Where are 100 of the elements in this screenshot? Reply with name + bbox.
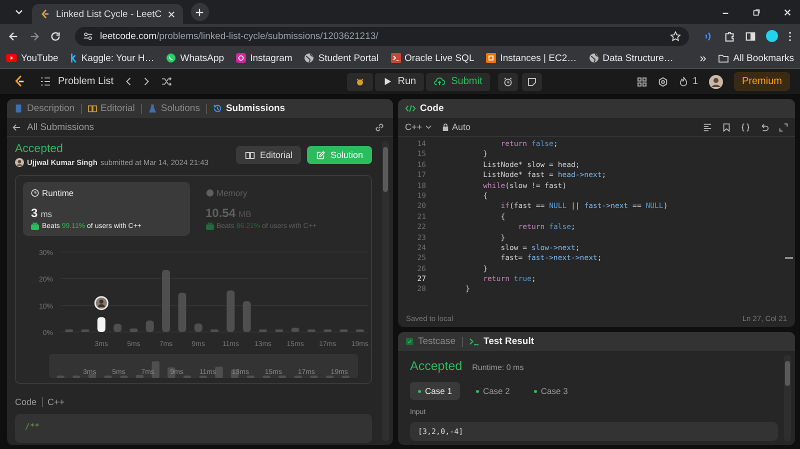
user-avatar xyxy=(94,296,108,310)
close-icon[interactable] xyxy=(783,8,792,16)
shuffle-icon[interactable] xyxy=(160,77,172,86)
puzzle-icon[interactable] xyxy=(724,30,735,42)
reload-icon[interactable] xyxy=(50,30,61,42)
language-dropdown[interactable]: C++ xyxy=(405,122,432,132)
address-field[interactable]: leetcode.com/problems/linked-list-cycle/submissions/1203621213/ xyxy=(75,26,689,46)
scrollbar[interactable] xyxy=(784,355,791,441)
more-bookmarks-button[interactable]: » xyxy=(700,51,706,65)
alarm-clock-icon xyxy=(503,76,514,86)
globe-icon xyxy=(304,53,314,63)
bookmark[interactable]: Oracle Live SQL xyxy=(390,52,474,64)
edit-icon xyxy=(316,150,326,160)
globe-icon xyxy=(588,53,599,63)
bookmark[interactable]: Data Structure… xyxy=(588,52,674,64)
panel-tab[interactable]: Editorial xyxy=(88,103,135,114)
scrollbar[interactable] xyxy=(382,141,389,441)
case-tab[interactable]: Case 1 xyxy=(410,382,460,400)
panel-title: Code xyxy=(405,103,444,114)
panel-tab[interactable]: Test Result xyxy=(468,336,534,347)
lock-icon xyxy=(442,122,450,132)
checkbox-icon xyxy=(405,337,414,346)
submit-button[interactable]: Submit xyxy=(426,72,490,90)
debug-button[interactable] xyxy=(346,72,373,90)
menu-icon[interactable] xyxy=(788,30,792,42)
braces-icon[interactable] xyxy=(741,122,750,132)
bookmark[interactable]: Instagram xyxy=(236,52,292,64)
bookmark[interactable]: YouTube xyxy=(6,52,58,64)
editorial-button[interactable]: Editorial xyxy=(236,146,302,164)
streak-counter[interactable]: 1 xyxy=(679,76,698,87)
stat-label: Runtime xyxy=(42,188,74,198)
mode-label[interactable]: Auto xyxy=(442,122,471,132)
all-submissions-link[interactable]: All Submissions xyxy=(12,122,94,132)
book-icon xyxy=(88,104,97,113)
k-logo-icon xyxy=(70,53,78,63)
chevron-left-icon[interactable] xyxy=(124,77,132,86)
result-status: Accepted xyxy=(410,359,462,373)
bug-icon xyxy=(354,76,365,86)
terminal-icon xyxy=(468,337,480,346)
section-label: Code xyxy=(15,397,37,407)
plus-icon xyxy=(195,8,204,16)
case-tab[interactable]: Case 3 xyxy=(526,382,576,400)
format-icon[interactable] xyxy=(703,122,712,132)
bookmark[interactable]: WhatsApp xyxy=(166,52,224,64)
panel-tab[interactable]: Solutions xyxy=(148,103,200,114)
bookmark-icon[interactable] xyxy=(722,122,731,132)
new-tab-button[interactable] xyxy=(190,3,209,21)
leetcode-logo-icon xyxy=(40,9,50,19)
all-bookmarks-button[interactable]: All Bookmarks xyxy=(718,52,794,64)
flame-icon xyxy=(679,76,688,87)
problem-list-button[interactable]: Problem List xyxy=(40,76,114,87)
browser-tab[interactable]: Linked List Cycle - LeetC xyxy=(32,4,183,24)
back-icon[interactable] xyxy=(8,30,19,42)
play-icon xyxy=(6,54,17,62)
url-text: leetcode.com/problems/linked-list-cycle/submissions/1203621213/ xyxy=(100,30,378,42)
bookmark[interactable]: Instances | EC2… xyxy=(486,52,577,64)
tab-title: Linked List Cycle - LeetC xyxy=(56,8,162,20)
sql-icon xyxy=(390,53,401,63)
panel-tab[interactable]: Testcase xyxy=(405,336,456,347)
scroll-marker xyxy=(785,257,793,259)
code-icon xyxy=(405,104,416,113)
link-icon[interactable] xyxy=(374,122,385,132)
restore-icon[interactable] xyxy=(752,8,761,16)
premium-button[interactable]: Premium xyxy=(734,72,790,91)
bookmark-label: Instances | EC2… xyxy=(500,52,577,64)
flask-icon xyxy=(148,104,157,113)
runtime-text: Runtime: 0 ms xyxy=(472,363,524,372)
panel-tab[interactable]: Description xyxy=(14,103,75,114)
run-button[interactable]: Run xyxy=(374,72,424,90)
bookmark-label: WhatsApp xyxy=(180,52,224,64)
panel-tab[interactable]: Submissions xyxy=(212,103,286,114)
bookmark-label: Data Structure… xyxy=(602,52,674,64)
user-avatar[interactable] xyxy=(709,74,723,88)
star-icon[interactable] xyxy=(670,30,681,42)
profile-avatar[interactable] xyxy=(766,30,778,42)
site-settings-icon[interactable] xyxy=(83,31,93,41)
beats-icon xyxy=(206,222,214,230)
status-text: Accepted xyxy=(15,143,64,155)
close-icon[interactable] xyxy=(168,10,175,18)
chat-bubble-icon xyxy=(166,53,176,63)
note-button[interactable] xyxy=(522,72,542,90)
alarm-button[interactable] xyxy=(498,72,518,90)
tab-list-icon[interactable] xyxy=(14,7,24,17)
case-tab[interactable]: Case 2 xyxy=(468,382,518,400)
expand-icon[interactable] xyxy=(779,122,788,132)
code-comment: /** xyxy=(25,422,40,431)
settings-icon[interactable] xyxy=(658,76,668,86)
user-avatar xyxy=(15,158,24,167)
leetcode-logo-icon[interactable] xyxy=(14,75,25,88)
stat-value: 3 xyxy=(31,206,38,220)
grid-icon[interactable] xyxy=(637,76,648,86)
bookmark-label: Student Portal xyxy=(318,52,379,64)
side-panel-icon[interactable] xyxy=(745,30,756,42)
bookmark-label: Instagram xyxy=(250,52,292,64)
forward-icon[interactable] xyxy=(29,30,40,42)
bookmark[interactable]: Student Portal xyxy=(304,52,379,64)
undo-icon[interactable] xyxy=(760,122,769,132)
chevron-right-icon[interactable] xyxy=(142,77,150,86)
note-icon xyxy=(527,76,538,86)
bookmark-label: YouTube xyxy=(21,52,58,64)
